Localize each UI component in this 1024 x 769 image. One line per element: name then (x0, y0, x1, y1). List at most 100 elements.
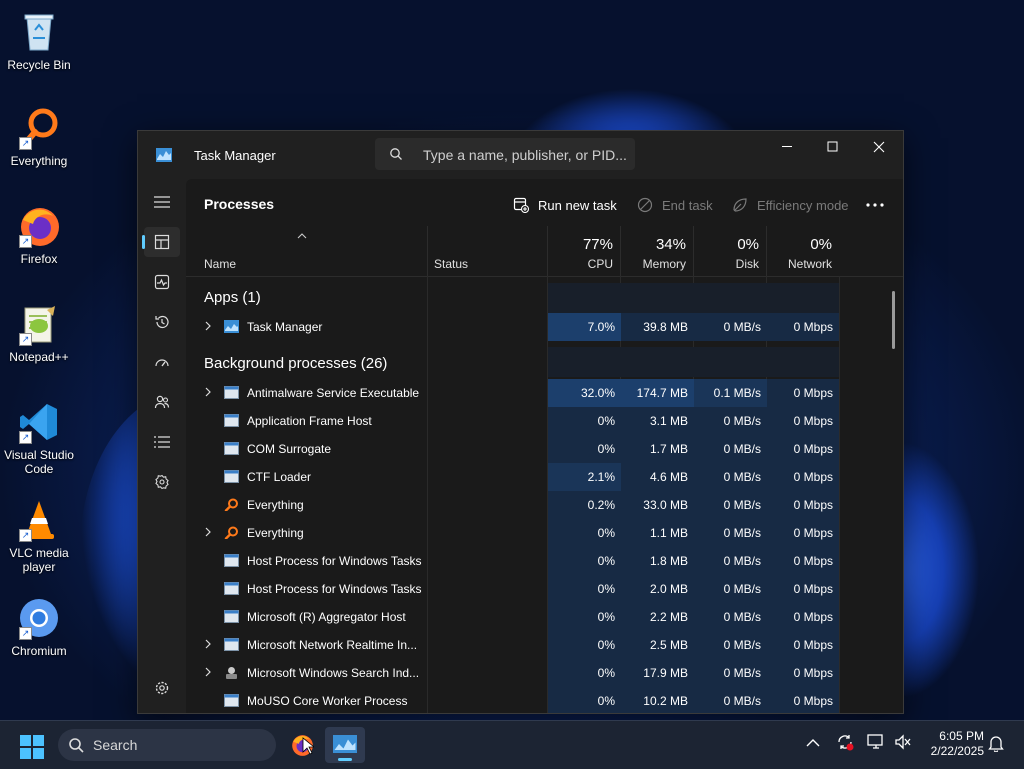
process-memory: 33.0 MB (621, 491, 694, 519)
start-button[interactable] (20, 735, 44, 764)
process-disk: 0 MB/s (694, 519, 767, 547)
windows-process-icon (224, 414, 239, 427)
search-input[interactable] (421, 144, 630, 166)
nav-processes[interactable] (142, 227, 180, 257)
table-row[interactable]: Task Manager 7.0% 39.8 MB 0 MB/s 0 Mbps (186, 313, 888, 341)
table-row[interactable]: Everything 0.2% 33.0 MB 0 MB/s 0 Mbps (186, 491, 888, 519)
chevron-right-icon[interactable] (204, 667, 212, 677)
hamburger-menu-button[interactable] (144, 187, 180, 217)
process-memory: 2.5 MB (621, 631, 694, 659)
windows-process-icon (224, 610, 239, 623)
desktop-icon-everything[interactable]: ↗ Everything (0, 106, 78, 168)
desktop-icon-notepadpp[interactable]: ↗ Notepad++ (0, 302, 78, 364)
column-disk[interactable]: 0% Disk (693, 226, 767, 276)
title-bar[interactable]: Task Manager (138, 131, 903, 179)
minimize-button[interactable] (765, 131, 811, 163)
process-cpu: 32.0% (548, 379, 621, 407)
process-disk: 0 MB/s (694, 631, 767, 659)
table-row[interactable]: MoUSO Core Worker Process 0% 10.2 MB 0 MB/s… (186, 687, 888, 713)
group-header-background[interactable]: Background processes (26) (204, 355, 387, 372)
taskbar-task-manager[interactable] (325, 727, 365, 763)
chevron-right-icon[interactable] (204, 387, 212, 397)
column-name[interactable]: Name (186, 226, 428, 276)
column-status[interactable]: Status (427, 226, 548, 276)
process-memory: 1.1 MB (621, 519, 694, 547)
table-row[interactable]: Application Frame Host 0% 3.1 MB 0 MB/s 0 Mb… (186, 407, 888, 435)
nav-users[interactable] (144, 387, 180, 417)
efficiency-mode-button[interactable]: Efficiency mode (732, 194, 849, 216)
chevron-up-icon (806, 739, 820, 747)
process-network: 0 Mbps (767, 603, 839, 631)
process-name: Host Process for Windows Tasks (247, 582, 422, 596)
nav-performance[interactable] (144, 267, 180, 297)
show-hidden-icons-button[interactable] (806, 735, 820, 753)
nav-app-history[interactable] (144, 307, 180, 337)
process-cpu: 0% (548, 687, 621, 713)
table-row[interactable]: Microsoft (R) Aggregator Host 0% 2.2 MB 0 M… (186, 603, 888, 631)
tray-volume-button[interactable] (894, 733, 912, 756)
everything-icon (224, 498, 238, 511)
chevron-right-icon[interactable] (204, 639, 212, 649)
group-header-apps[interactable]: Apps (1) (204, 289, 261, 306)
table-row[interactable]: COM Surrogate 0% 1.7 MB 0 MB/s 0 Mbps (186, 435, 888, 463)
shortcut-arrow-icon: ↗ (19, 137, 32, 150)
network-wired-icon (867, 734, 883, 749)
table-row[interactable]: Antimalware Service Executable 32.0% 174.7… (186, 379, 888, 407)
process-network: 0 Mbps (767, 435, 839, 463)
nav-startup-apps[interactable] (144, 347, 180, 377)
process-cpu: 0% (548, 631, 621, 659)
table-row[interactable]: CTF Loader 2.1% 4.6 MB 0 MB/s 0 Mbps (186, 463, 888, 491)
column-network-label: Network (787, 257, 832, 271)
process-disk: 0 MB/s (694, 435, 767, 463)
scrollbar-thumb[interactable] (892, 291, 895, 349)
close-button[interactable] (856, 131, 902, 163)
processes-page: Processes Run new task End task Efficien… (186, 179, 903, 713)
desktop-icon-firefox[interactable]: ↗ Firefox (0, 204, 78, 266)
column-memory-label: Memory (642, 257, 686, 271)
taskbar-firefox[interactable] (282, 727, 322, 763)
chevron-right-icon[interactable] (204, 321, 212, 331)
table-row[interactable]: Host Process for Windows Tasks 0% 1.8 MB 0 … (186, 547, 888, 575)
shortcut-arrow-icon: ↗ (19, 431, 32, 444)
chromium-icon: ↗ (17, 596, 61, 640)
search-indexer-icon (226, 667, 237, 679)
search-box[interactable] (375, 138, 635, 170)
task-manager-window[interactable]: Task Manager Type a name, publisher, or … (137, 130, 904, 714)
taskbar-search[interactable]: Search (58, 729, 276, 761)
table-row[interactable]: Microsoft Network Realtime In... 0% 2.5 MB… (186, 631, 888, 659)
performance-icon (154, 274, 170, 290)
notifications-button[interactable] (988, 734, 1004, 757)
chevron-right-icon[interactable] (204, 527, 212, 537)
efficiency-mode-label: Efficiency mode (757, 197, 849, 213)
nav-details[interactable] (144, 427, 180, 457)
desktop-icon-recycle-bin[interactable]: Recycle Bin (0, 10, 78, 72)
maximize-button[interactable] (810, 131, 856, 163)
clock-date: 2/22/2025 (930, 744, 984, 758)
nav-settings[interactable] (144, 673, 180, 703)
recycle-bin-icon (17, 10, 61, 54)
tray-network-button[interactable] (867, 733, 885, 756)
nav-services[interactable] (144, 467, 180, 497)
settings-icon (155, 681, 169, 695)
process-name: CTF Loader (247, 470, 312, 484)
column-name-label: Name (204, 257, 237, 271)
table-row[interactable]: Everything 0% 1.1 MB 0 MB/s 0 Mbps (186, 519, 888, 547)
column-memory[interactable]: 34% Memory (620, 226, 694, 276)
column-network[interactable]: 0% Network (766, 226, 840, 276)
desktop-icon-vlc[interactable]: ↗ VLC media player (0, 498, 78, 574)
tray-update-icon-button[interactable] (836, 733, 854, 756)
end-task-button[interactable]: End task (637, 194, 713, 216)
desktop-icon-vscode[interactable]: ↗ Visual Studio Code (0, 400, 78, 476)
process-disk: 0 MB/s (694, 547, 767, 575)
process-name: COM Surrogate (247, 442, 332, 456)
windows-process-icon (224, 554, 239, 567)
table-row[interactable]: Host Process for Windows Tasks 0% 2.0 MB 0 … (186, 575, 888, 603)
column-cpu[interactable]: 77% CPU (547, 226, 621, 276)
windows-process-icon (224, 638, 239, 651)
process-network: 0 Mbps (767, 379, 839, 407)
clock[interactable]: 6:05 PM 2/22/2025 (922, 729, 984, 759)
desktop-icon-chromium[interactable]: ↗ Chromium (0, 596, 78, 658)
table-row[interactable]: Microsoft Windows Search Ind... 0% 17.9 MB… (186, 659, 888, 687)
more-options-button[interactable] (866, 194, 893, 216)
run-new-task-button[interactable]: Run new task (513, 194, 617, 216)
